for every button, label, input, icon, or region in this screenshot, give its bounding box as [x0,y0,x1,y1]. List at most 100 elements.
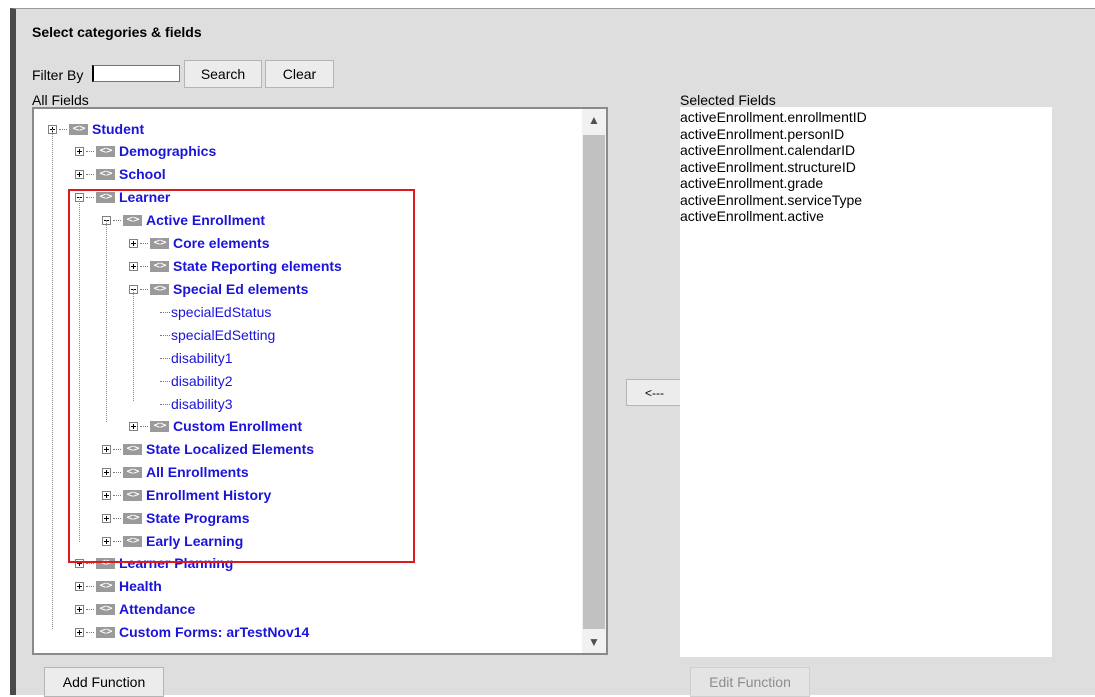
expand-icon[interactable] [102,467,111,477]
selected-field-item[interactable]: activeEnrollment.structureID [680,159,1052,176]
tree-category-item[interactable]: <> Learner [75,187,170,207]
add-function-button[interactable]: Add Function [44,667,164,697]
selected-field-item[interactable]: activeEnrollment.calendarID [680,142,1052,159]
scroll-thumb[interactable] [583,135,605,629]
tree-category-item[interactable]: <> Special Ed elements [129,279,308,299]
tree-category-item[interactable]: <> Health [75,576,162,596]
expand-icon[interactable] [75,627,84,637]
filter-input[interactable] [92,65,180,82]
tree-connector [113,219,121,221]
tree-category-label[interactable]: School [119,166,166,182]
tree-connector [140,425,148,427]
tree-field-item[interactable]: specialEdSetting [160,325,275,345]
expand-icon[interactable] [102,513,111,523]
tree-category-item[interactable]: <> Custom Enrollment [129,416,302,436]
selected-fields-list[interactable]: activeEnrollment.enrollmentID activeEnrol… [680,107,1052,657]
expand-icon[interactable] [75,169,84,179]
tree-field-item[interactable]: disability1 [160,348,232,368]
panel-title: Select categories & fields [32,24,202,40]
expand-icon[interactable] [129,238,138,248]
all-fields-label: All Fields [32,92,89,108]
tree-field-item[interactable]: disability3 [160,394,232,414]
tree-category-item[interactable]: <> Enrollment History [102,485,271,505]
tree-category-item[interactable]: <> State Programs [102,508,249,528]
tree-field-label[interactable]: specialEdStatus [171,304,271,320]
category-icon: <> [96,626,115,638]
expand-icon[interactable] [102,490,111,500]
tree-category-label[interactable]: All Enrollments [146,464,249,480]
selected-field-item[interactable]: activeEnrollment.personID [680,126,1052,143]
expand-icon[interactable] [102,444,111,454]
tree-category-item[interactable]: <> Attendance [75,599,195,619]
expand-icon[interactable] [129,261,138,271]
tree-field-label[interactable]: disability3 [171,396,232,412]
selected-field-item[interactable]: activeEnrollment.enrollmentID [680,109,1052,126]
tree-guide-line [133,289,134,401]
category-icon: <> [123,489,142,501]
category-icon: <> [123,512,142,524]
tree-field-item[interactable]: specialEdStatus [160,302,271,322]
all-fields-tree[interactable]: <> Student <> Demographics <> School <> Learner… [32,107,608,655]
tree-connector [86,562,94,564]
tree-category-label[interactable]: Early Learning [146,533,243,549]
expand-icon[interactable] [102,536,111,546]
clear-button[interactable]: Clear [265,60,334,88]
category-icon: <> [150,283,169,295]
tree-category-item[interactable]: <> State Localized Elements [102,439,314,459]
category-icon: <> [96,191,115,203]
edit-function-button[interactable]: Edit Function [690,667,810,697]
tree-category-label[interactable]: Student [92,121,144,137]
tree-category-item[interactable]: <> Demographics [75,141,216,161]
tree-field-label[interactable]: disability2 [171,373,232,389]
tree-category-label[interactable]: Custom Forms: arTestNov14 [119,624,309,640]
tree-category-item[interactable]: <> Core elements [129,233,269,253]
tree-connector [113,494,121,496]
tree-connector [160,334,170,336]
scroll-up-icon[interactable]: ▲ [582,109,606,131]
tree-category-label[interactable]: Special Ed elements [173,281,308,297]
tree-category-label[interactable]: Core elements [173,235,269,251]
tree-category-label[interactable]: Attendance [119,601,195,617]
tree-category-label[interactable]: State Localized Elements [146,441,314,457]
filter-label: Filter By [32,67,84,83]
tree-category-item[interactable]: <> Student [48,119,144,139]
selected-items: activeEnrollment.enrollmentID activeEnrol… [680,109,1052,225]
tree-category-label[interactable]: Enrollment History [146,487,271,503]
selected-field-item[interactable]: activeEnrollment.grade [680,175,1052,192]
tree-field-label[interactable]: disability1 [171,350,232,366]
expand-icon[interactable] [75,604,84,614]
tree-connector [86,631,94,633]
tree-field-label[interactable]: specialEdSetting [171,327,275,343]
tree-connector [59,128,67,130]
expand-icon[interactable] [75,146,84,156]
move-left-button[interactable]: <--- [626,379,683,406]
tree-category-label[interactable]: Custom Enrollment [173,418,302,434]
tree-category-item[interactable]: <> All Enrollments [102,462,249,482]
tree-category-item[interactable]: <> State Reporting elements [129,256,342,276]
expand-icon[interactable] [75,558,84,568]
tree-category-label[interactable]: Learner Planning [119,555,233,571]
scroll-down-icon[interactable]: ▼ [582,631,606,653]
tree-category-item[interactable]: <> Custom Forms: arTestNov14 [75,622,309,642]
expand-icon[interactable] [129,421,138,431]
tree-category-label[interactable]: State Reporting elements [173,258,342,274]
tree-category-label[interactable]: Demographics [119,143,216,159]
tree-scrollbar[interactable]: ▲ ▼ [582,109,606,653]
tree-connector [113,540,121,542]
tree-category-label[interactable]: Learner [119,189,170,205]
tree-category-label[interactable]: Health [119,578,162,594]
tree-category-label[interactable]: State Programs [146,510,249,526]
tree-category-item[interactable]: <> Learner Planning [75,553,233,573]
tree-category-label[interactable]: Active Enrollment [146,212,265,228]
tree-connector [160,403,170,405]
tree-connector [86,196,94,198]
expand-icon[interactable] [75,581,84,591]
selected-field-item[interactable]: activeEnrollment.serviceType [680,192,1052,209]
tree-category-item[interactable]: <> School [75,164,166,184]
search-button[interactable]: Search [184,60,262,88]
tree-category-item[interactable]: <> Active Enrollment [102,210,265,230]
category-icon: <> [96,145,115,157]
tree-category-item[interactable]: <> Early Learning [102,531,243,551]
tree-field-item[interactable]: disability2 [160,371,232,391]
selected-field-item[interactable]: activeEnrollment.active [680,208,1052,225]
